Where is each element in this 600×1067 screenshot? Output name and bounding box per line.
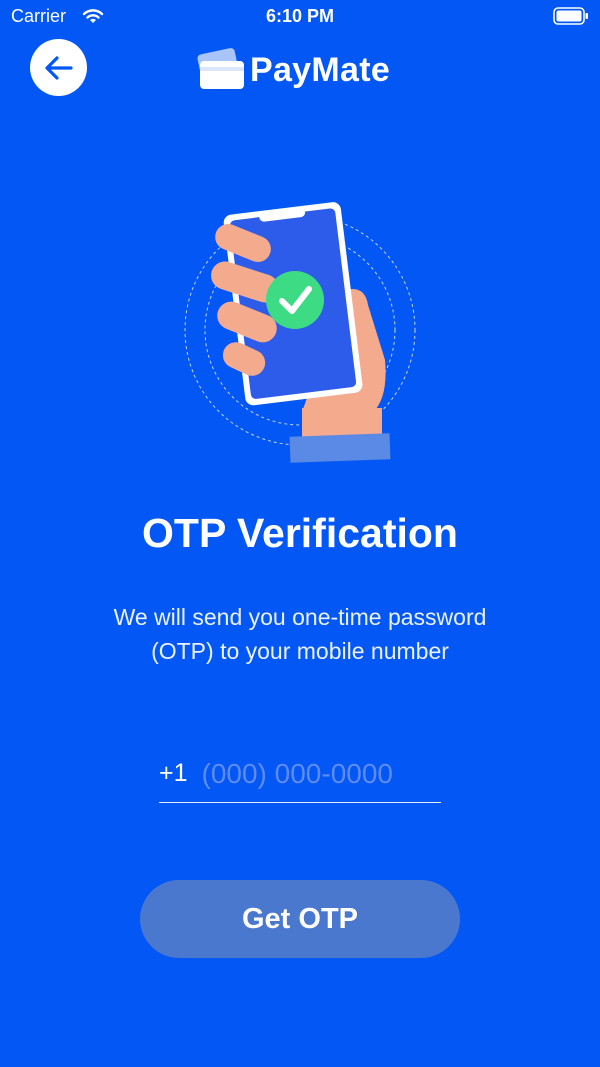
app-name: PayMate — [250, 50, 391, 89]
arrow-left-icon — [44, 55, 73, 80]
back-button[interactable] — [30, 39, 87, 96]
app-logo: PayMate — [194, 40, 390, 100]
get-otp-button[interactable]: Get OTP — [140, 880, 460, 958]
status-bar: Carrier 6:10 PM — [0, 0, 600, 34]
country-code[interactable]: +1 — [159, 759, 188, 788]
battery-icon — [553, 7, 588, 25]
status-time: 6:10 PM — [265, 6, 335, 26]
page-subtitle: We will send you one-time password (OTP)… — [60, 600, 540, 668]
phone-field: +1 — [159, 745, 442, 803]
subtitle-line-2: (OTP) to your mobile number — [151, 638, 449, 664]
page-title: OTP Verification — [142, 510, 458, 556]
subtitle-line-1: We will send you one-time password — [113, 604, 487, 630]
phone-verified-icon — [184, 202, 416, 463]
wallet-card-icon — [197, 48, 244, 89]
phone-number-input[interactable] — [201, 757, 442, 790]
